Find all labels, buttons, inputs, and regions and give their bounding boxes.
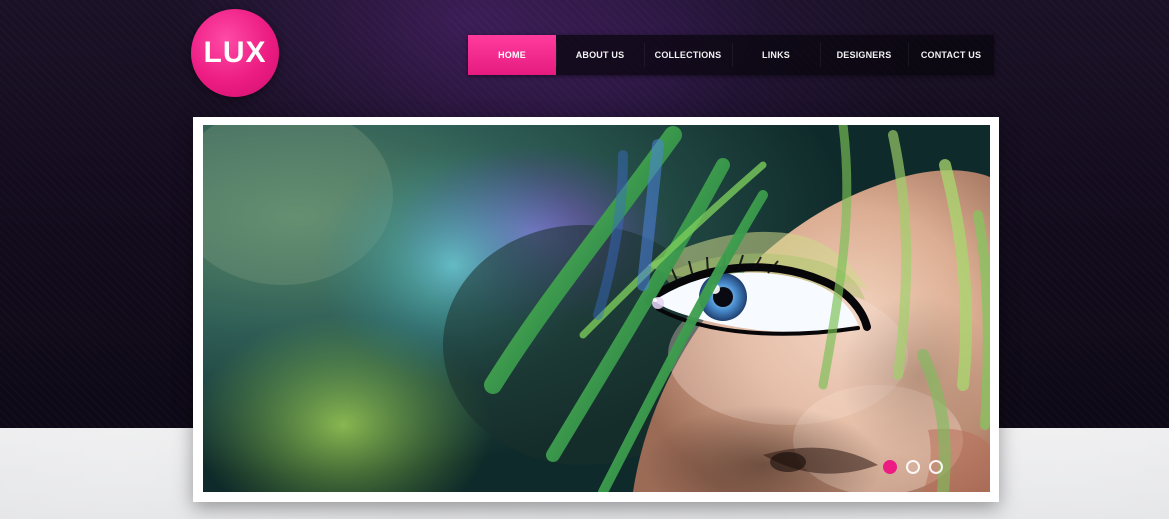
main-nav: HOME ABOUT US COLLECTIONS LINKS DESIGNER… [468, 35, 994, 75]
slider-dot-3[interactable] [929, 460, 943, 474]
slider-image[interactable] [203, 125, 990, 492]
nav-item-home[interactable]: HOME [468, 35, 556, 75]
slider-dot-2[interactable] [906, 460, 920, 474]
logo-text: LUX [204, 36, 267, 70]
logo[interactable]: LUX [191, 9, 279, 97]
nav-item-links[interactable]: LINKS [732, 35, 820, 75]
nav-item-label: ABOUT US [576, 50, 625, 60]
nav-item-label: COLLECTIONS [655, 50, 722, 60]
slider-pagination [883, 458, 959, 476]
nav-item-designers[interactable]: DESIGNERS [820, 35, 908, 75]
model-photo [203, 125, 990, 492]
nav-item-collections[interactable]: COLLECTIONS [644, 35, 732, 75]
nav-item-label: CONTACT US [921, 50, 981, 60]
nav-item-label: HOME [498, 50, 526, 60]
nav-item-label: LINKS [762, 50, 790, 60]
slider-dot-1[interactable] [883, 460, 897, 474]
nav-item-label: DESIGNERS [837, 50, 892, 60]
nav-item-about-us[interactable]: ABOUT US [556, 35, 644, 75]
nav-item-contact-us[interactable]: CONTACT US [908, 35, 994, 75]
